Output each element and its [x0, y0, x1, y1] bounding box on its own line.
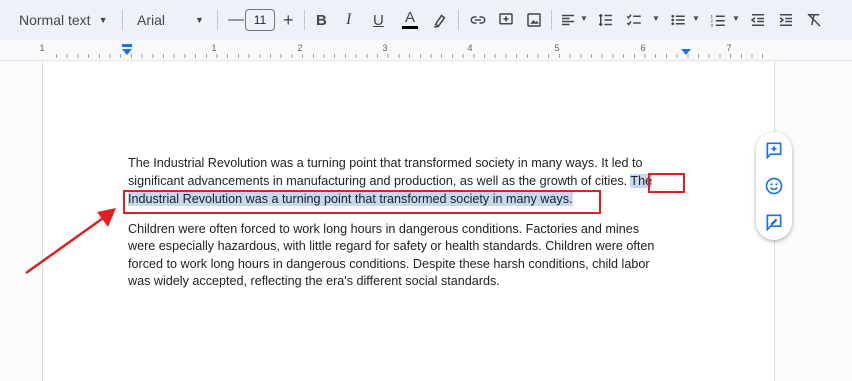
text-color-label: A	[404, 9, 415, 26]
document-line[interactable]: The Industrial Revolution was a turning …	[128, 155, 688, 173]
ruler-number: 2	[297, 43, 303, 53]
ruler-number: 6	[640, 43, 646, 53]
insert-image-icon[interactable]	[524, 10, 544, 30]
increase-font-size-button[interactable]: +	[283, 0, 294, 40]
font-family-dropdown[interactable]: Arial ▼	[137, 0, 204, 40]
text-color-swatch	[402, 26, 418, 29]
font-size-input[interactable]: 11	[245, 9, 275, 31]
ruler-number: 1	[39, 43, 45, 53]
chevron-down-icon[interactable]: ▼	[652, 14, 660, 23]
ruler-number: 3	[382, 43, 388, 53]
toolbar-divider	[304, 10, 305, 30]
paragraph-style-dropdown[interactable]: Normal text ▼	[19, 0, 108, 40]
add-comment-icon[interactable]	[763, 139, 785, 161]
ruler-number: 1	[211, 43, 217, 53]
clear-formatting-icon[interactable]	[804, 10, 824, 30]
italic-button[interactable]: I	[346, 0, 351, 40]
ruler-ticks	[56, 54, 772, 58]
document-line[interactable]: was widely accepted, reflecting the era'…	[128, 273, 688, 291]
add-comment-icon[interactable]	[496, 10, 516, 30]
ruler-number: 5	[554, 43, 560, 53]
document-text: significant advancements in manufacturin…	[128, 174, 631, 188]
annotation-box	[123, 190, 601, 214]
increase-indent-icon[interactable]	[776, 10, 796, 30]
ruler-number: 4	[467, 43, 473, 53]
toolbar-divider	[217, 10, 218, 30]
insert-link-icon[interactable]	[468, 10, 488, 30]
emoji-reaction-icon[interactable]	[763, 175, 785, 197]
ruler-number: 7	[726, 43, 732, 53]
document-line[interactable]: significant advancements in manufacturin…	[128, 173, 688, 191]
highlight-pen-icon[interactable]	[430, 10, 450, 30]
suggest-edit-icon[interactable]	[763, 211, 785, 233]
svg-text:3: 3	[711, 23, 714, 28]
checklist-icon[interactable]	[624, 10, 644, 30]
formatting-toolbar: Normal text ▼ Arial ▼ — 11 + B I U A ▼ ▼…	[0, 0, 852, 40]
chevron-down-icon[interactable]: ▼	[732, 14, 740, 23]
chevron-down-icon: ▼	[195, 15, 204, 25]
line-spacing-icon[interactable]	[596, 10, 616, 30]
floating-action-panel	[756, 132, 792, 240]
align-left-icon[interactable]	[558, 10, 578, 30]
document-line[interactable]: forced to work long hours in dangerous c…	[128, 256, 688, 274]
horizontal-ruler[interactable]: 1 1 2 3 4 5 6 7	[0, 40, 852, 61]
paragraph-style-value: Normal text	[19, 12, 91, 28]
toolbar-divider	[551, 10, 552, 30]
chevron-down-icon: ▼	[98, 15, 108, 25]
toolbar-divider	[122, 10, 123, 30]
decrease-font-size-button[interactable]: —	[228, 0, 244, 40]
annotation-arrow-icon	[25, 208, 116, 275]
document-line[interactable]: were especially hazardous, with little r…	[128, 238, 688, 256]
bold-button[interactable]: B	[316, 0, 327, 40]
text-color-button[interactable]: A	[402, 0, 418, 40]
bulleted-list-icon[interactable]	[668, 10, 688, 30]
underline-button[interactable]: U	[373, 0, 384, 40]
numbered-list-icon[interactable]: 123	[708, 10, 728, 30]
annotation-box	[648, 173, 685, 193]
chevron-down-icon[interactable]: ▼	[580, 14, 588, 23]
document-line[interactable]: Children were often forced to work long …	[128, 221, 688, 239]
font-family-value: Arial	[137, 12, 166, 28]
decrease-indent-icon[interactable]	[748, 10, 768, 30]
chevron-down-icon[interactable]: ▼	[692, 14, 700, 23]
toolbar-divider	[458, 10, 459, 30]
